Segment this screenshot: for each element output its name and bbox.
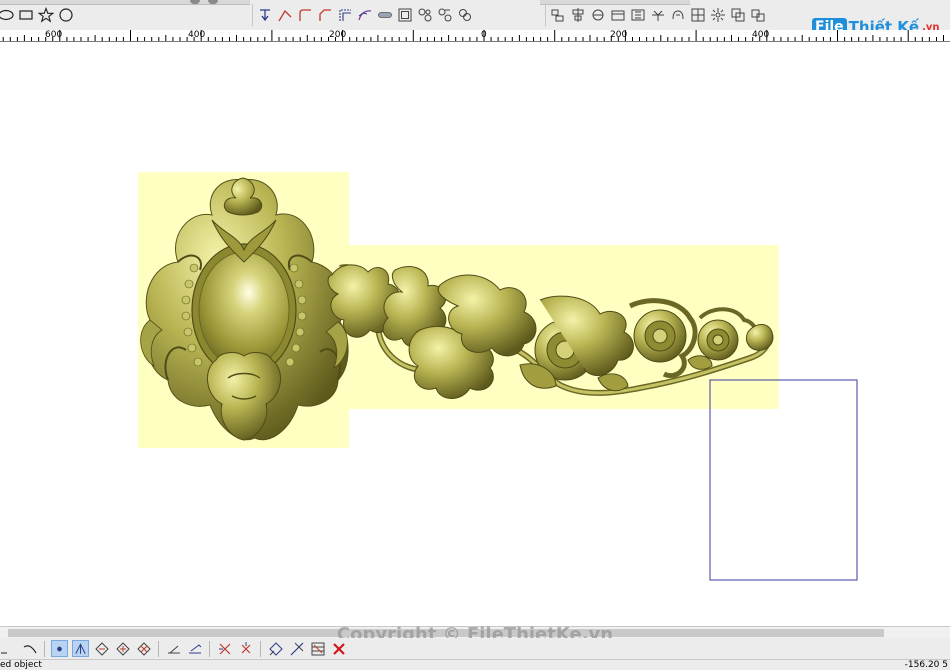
drawing-canvas[interactable] — [0, 42, 950, 626]
top-toolbar: File Thiết Kế .vn — [0, 0, 950, 36]
weld-icon[interactable] — [670, 7, 686, 23]
horizontal-ruler[interactable]: 600 400 200 0 200 400 — [0, 30, 950, 42]
group-icon[interactable] — [417, 7, 433, 23]
ruler-ticks — [2, 30, 944, 41]
texture-icon[interactable] — [309, 640, 326, 657]
star-icon[interactable] — [38, 7, 54, 23]
ruler-label: 400 — [188, 30, 206, 40]
ellipse-icon[interactable] — [0, 7, 14, 23]
ruler-label: 600 — [45, 30, 63, 40]
toolbar-separator — [260, 640, 261, 657]
toolbar-separator — [209, 640, 210, 657]
vector-boundary-rectangle[interactable] — [709, 379, 858, 581]
align-top-icon[interactable] — [590, 7, 606, 23]
smooth-relief-icon[interactable] — [186, 640, 203, 657]
sculpt-icon[interactable] — [165, 640, 182, 657]
merge-relief-icon[interactable] — [93, 640, 110, 657]
shapes-toolbar-group — [0, 4, 74, 26]
rounded-slot-icon[interactable] — [377, 7, 393, 23]
ruler-label: 400 — [752, 30, 770, 40]
curve-icon[interactable] — [0, 640, 17, 657]
distribute-icon[interactable] — [630, 7, 646, 23]
align-toolbar-group — [545, 4, 766, 26]
subtract-relief-icon[interactable] — [135, 640, 152, 657]
align-left-icon[interactable] — [550, 7, 566, 23]
relief-view — [138, 172, 858, 581]
scrollbar-thumb[interactable] — [8, 629, 884, 637]
offset-icon[interactable] — [397, 7, 413, 23]
corner-icon[interactable] — [277, 7, 293, 23]
align-center-icon[interactable] — [570, 7, 586, 23]
node-tool-icon[interactable] — [257, 7, 273, 23]
circle-icon[interactable] — [58, 7, 74, 23]
bottom-toolbar — [0, 638, 950, 659]
zero-icon[interactable] — [237, 640, 254, 657]
fillet-icon[interactable] — [297, 7, 313, 23]
ruler-label: 200 — [610, 30, 628, 40]
grid-array-icon[interactable] — [690, 7, 706, 23]
curve-fit-icon[interactable] — [357, 7, 373, 23]
ruler-label: 200 — [329, 30, 347, 40]
offset-corner-icon[interactable] — [337, 7, 353, 23]
chamfer-icon[interactable] — [317, 7, 333, 23]
ruler-label: 0 — [481, 30, 487, 40]
rotate-copy-icon[interactable] — [730, 7, 746, 23]
add-relief-icon[interactable] — [114, 640, 131, 657]
mirror-icon[interactable] — [650, 7, 666, 23]
delete-icon[interactable] — [330, 640, 347, 657]
arrange-icon[interactable] — [750, 7, 766, 23]
toolbar-separator — [44, 640, 45, 657]
node-edit-toolbar-group — [252, 4, 473, 26]
fade-icon[interactable] — [288, 640, 305, 657]
rectangle-icon[interactable] — [18, 7, 34, 23]
block-copy-icon[interactable] — [710, 7, 726, 23]
merge-icon[interactable] — [457, 7, 473, 23]
toolbar-separator — [158, 640, 159, 657]
offset-relief-icon[interactable] — [267, 640, 284, 657]
status-bar: ed object -156.20 5 — [0, 659, 950, 670]
snap-angle-icon[interactable] — [72, 640, 89, 657]
snap-grid-icon[interactable] — [51, 640, 68, 657]
erase-icon[interactable] — [216, 640, 233, 657]
trace-icon[interactable] — [21, 640, 38, 657]
ungroup-icon[interactable] — [437, 7, 453, 23]
align-middle-icon[interactable] — [610, 7, 626, 23]
